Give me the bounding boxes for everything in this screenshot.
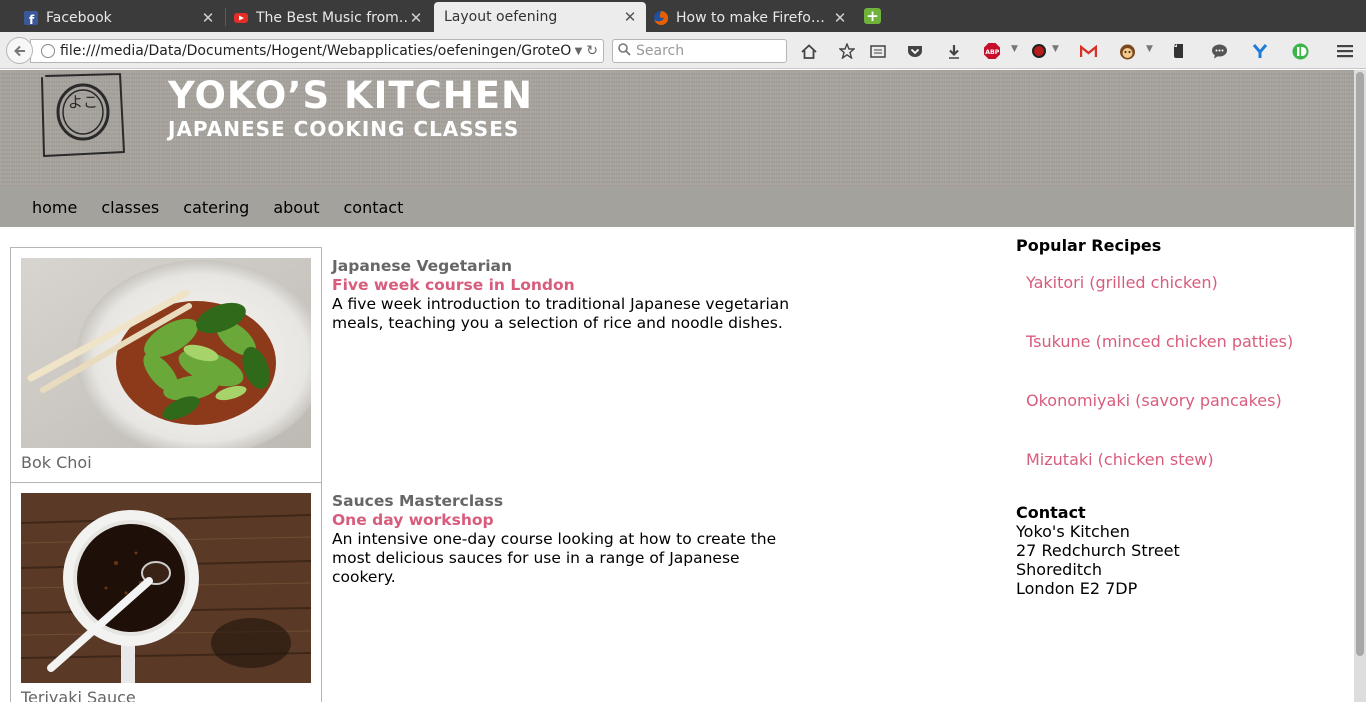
nav-about[interactable]: about [261,198,331,217]
tab-title: Layout oefening [444,9,558,25]
firefox-icon [654,10,668,25]
site-subtitle: JAPANESE COOKING CLASSES [168,117,520,141]
back-button[interactable] [6,37,33,64]
youtube-icon [234,11,248,25]
nav-catering[interactable]: catering [171,198,261,217]
record-icon[interactable] [1030,42,1048,60]
chevron-down-icon[interactable]: ▼ [575,46,583,57]
contact-line: 27 Redchurch Street [1016,541,1180,560]
course-name: Sauces Masterclass [332,492,504,510]
site-logo[interactable]: よこ [40,72,126,158]
close-icon[interactable]: ✕ [622,8,638,26]
chevron-down-icon[interactable]: ▼ [1146,44,1153,54]
pocket-icon[interactable] [906,42,924,60]
course-description: An intensive one-day course looking at h… [332,530,777,586]
tab-title: The Best Music from… [256,9,408,26]
evernote-icon[interactable] [1170,42,1188,60]
contact-line: Yoko's Kitchen [1016,522,1130,541]
chat-bubble-icon[interactable] [1210,42,1228,60]
tab-facebook[interactable]: f Facebook ✕ [16,3,224,32]
facebook-icon: f [24,10,38,25]
scrollbar-thumb[interactable] [1356,72,1364,656]
course-card: Teriyaki Sauce [10,482,322,702]
course-info: Sauces Masterclass One day workshop An i… [332,492,802,587]
navigation-toolbar: file:///media/Data/Documents/Hogent/Weba… [0,32,1366,69]
chevron-down-icon[interactable]: ▼ [1011,44,1018,54]
photo-caption: Bok Choi [21,453,92,472]
back-arrow-icon [13,45,25,57]
tab-title: How to make Firefo… [676,9,825,26]
recipe-link[interactable]: Tsukune (minced chicken patties) [1026,332,1346,351]
nav-contact[interactable]: contact [331,198,415,217]
course-subtitle: One day workshop [332,511,494,529]
course-card: Bok Choi [10,247,322,483]
logo-glyph: よこ [68,93,98,111]
chevron-down-icon[interactable]: ▼ [1052,44,1059,54]
main-nav: home classes catering about contact [0,188,1354,227]
site-title: YOKO’S KITCHEN [168,74,534,117]
course-name: Japanese Vegetarian [332,257,513,275]
abp-label: ABP [985,49,1000,56]
course-subtitle: Five week course in London [332,276,575,294]
tab-title: Facebook [46,9,112,26]
search-icon [618,42,636,60]
hamburger-menu-icon[interactable] [1336,42,1354,60]
tab-youtube[interactable]: The Best Music from… ✕ [226,3,432,32]
popular-recipes-heading: Popular Recipes [1016,236,1162,255]
recipe-link[interactable]: Mizutaki (chicken stew) [1026,450,1346,469]
ynab-icon[interactable] [1251,42,1269,60]
tab-layout-oefening[interactable]: Layout oefening ✕ [434,2,646,32]
reload-icon[interactable]: ↻ [586,43,598,59]
contact-block: Contact Yoko's Kitchen 27 Redchurch Stre… [1016,503,1180,598]
bookmarks-list-icon[interactable] [869,42,887,60]
page-viewport: よこ YOKO’S KITCHEN JAPANESE COOKING CLASS… [0,70,1354,702]
bookmark-star-icon[interactable] [838,42,856,60]
recipe-link[interactable]: Yakitori (grilled chicken) [1026,273,1346,292]
recipe-link[interactable]: Okonomiyaki (savory pancakes) [1026,391,1346,410]
teriyaki-sauce-photo [21,493,311,683]
download-icon[interactable] [945,42,963,60]
gmail-icon[interactable] [1079,42,1097,60]
close-icon[interactable]: ✕ [200,9,216,27]
popular-recipes: Popular Recipes Yakitori (grilled chicke… [1016,236,1346,469]
course-description: A five week introduction to traditional … [332,295,790,332]
contact-line: Shoreditch [1016,560,1102,579]
course-info: Japanese Vegetarian Five week course in … [332,257,802,333]
search-placeholder: Search [636,43,685,59]
tab-strip: f Facebook ✕ The Best Music from… ✕ Layo… [0,0,1366,32]
new-tab-button[interactable]: + [864,8,881,24]
contact-heading: Contact [1016,503,1086,522]
site-header: よこ YOKO’S KITCHEN JAPANESE COOKING CLASS… [0,70,1354,188]
contact-line: London E2 7DP [1016,579,1138,598]
url-text[interactable]: file:///media/Data/Documents/Hogent/Weba… [60,43,571,59]
photo-caption: Teriyaki Sauce [21,688,136,702]
adblock-plus-icon[interactable]: ABP [983,42,1001,60]
tab-firefox[interactable]: How to make Firefo… ✕ [646,3,856,32]
extension-green-icon[interactable] [1291,42,1309,60]
svg-text:f: f [29,13,35,25]
home-icon[interactable] [800,42,818,60]
nav-home[interactable]: home [20,198,89,217]
close-icon[interactable]: ✕ [408,9,424,27]
search-bar[interactable]: Search [612,39,787,63]
greasemonkey-icon[interactable] [1118,42,1136,60]
nav-classes[interactable]: classes [89,198,171,217]
globe-icon [41,44,55,58]
bok-choi-photo [21,258,311,448]
url-bar[interactable]: file:///media/Data/Documents/Hogent/Weba… [30,39,604,63]
close-icon[interactable]: ✕ [832,9,848,27]
